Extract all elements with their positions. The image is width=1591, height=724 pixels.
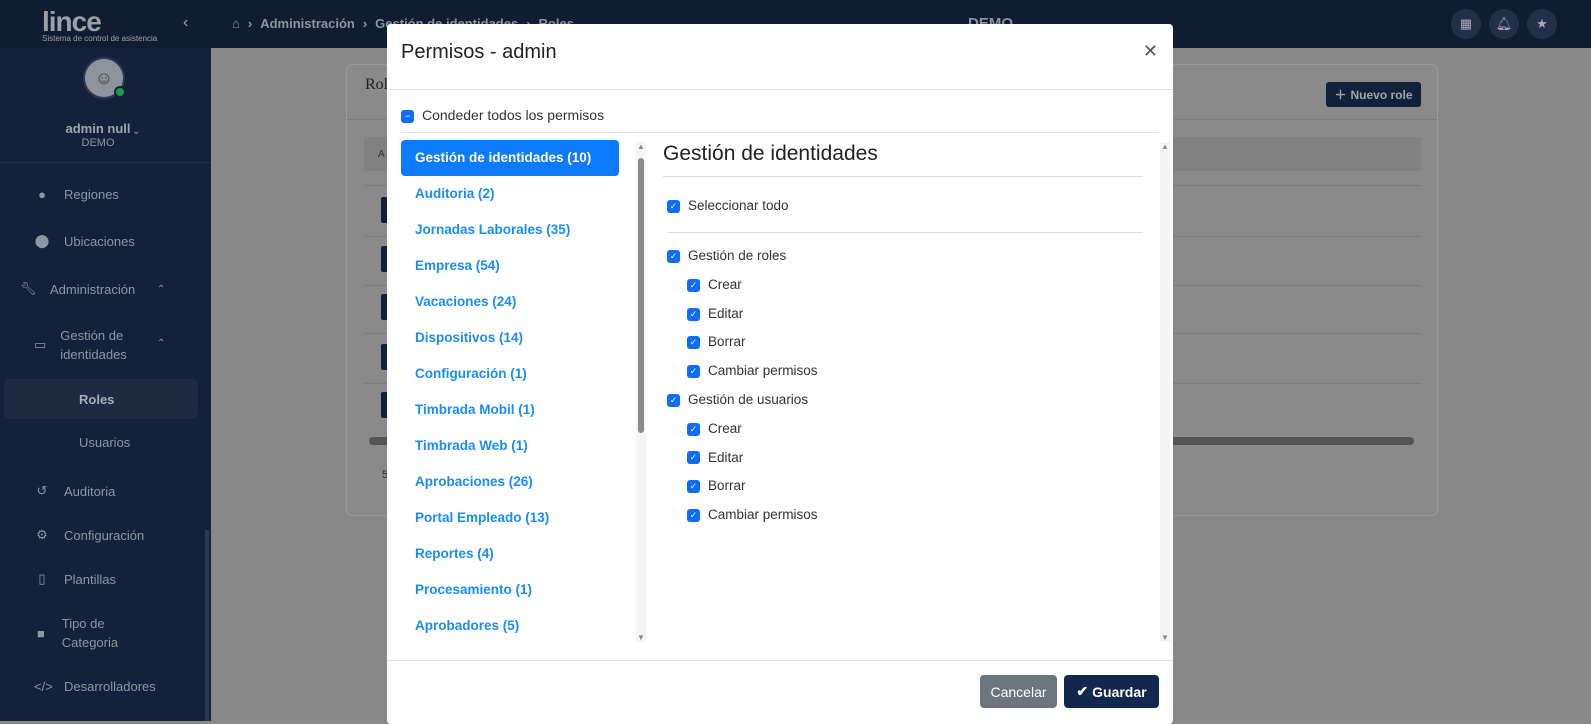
sidebar: ☺ admin null ⌄ DEMO ● Regiones ⬤ Ubicacion… (0, 48, 211, 721)
logo: lince Sistema de control de asistencia (42, 6, 158, 43)
home-icon[interactable]: ⌂ (232, 16, 240, 31)
online-status-dot (114, 86, 126, 98)
checkbox-checked-icon: ✓ (687, 451, 700, 465)
id-card-icon: ▭ (34, 337, 47, 352)
star-icon[interactable]: ★ (1527, 9, 1557, 39)
sidebar-item-auditoria[interactable]: ↺ Auditoria (0, 483, 200, 499)
bell-icon[interactable]: 🔔︎ (1489, 9, 1519, 39)
sidebar-item-plantillas[interactable]: ▯ Plantillas (0, 571, 200, 587)
permissions-modal: Permisos - admin ✕ − Condeder todos los p… (387, 24, 1173, 724)
category-list: Gestión de identidades (10) Auditoria (2)… (401, 140, 619, 644)
modal-title: Permisos - admin (401, 41, 557, 63)
grant-all-checkbox[interactable]: − Condeder todos los permisos (401, 107, 604, 123)
checkbox-checked-icon: ✓ (687, 365, 700, 379)
sidebar-item-roles[interactable]: Roles (4, 379, 198, 419)
cancel-button[interactable]: Cancelar (980, 675, 1057, 708)
code-icon: </> (34, 679, 53, 694)
sidebar-item-ubicaciones[interactable]: ⬤ Ubicaciones (0, 233, 200, 249)
close-icon[interactable]: ✕ (1143, 41, 1158, 62)
avatar[interactable]: ☺ (83, 57, 126, 99)
sidebar-item-configuracion[interactable]: ⚙ Configuración (0, 527, 200, 543)
checkbox-checked-icon: ✓ (687, 336, 700, 350)
group-checkbox[interactable]: ✓ Gestión de usuarios (667, 392, 808, 407)
checkbox-indeterminate-icon: − (401, 109, 414, 123)
user-name[interactable]: admin null (0, 121, 196, 136)
category-item[interactable]: Auditoria (2) (401, 176, 619, 212)
group-checkbox[interactable]: ✓ Gestión de roles (667, 248, 786, 263)
user-org: DEMO (81, 137, 115, 149)
permissions-panel: Gestión de identidades ✓ Seleccionar todo… (663, 140, 1143, 522)
checkbox-checked-icon: ✓ (687, 480, 700, 494)
category-item[interactable]: Empresa (54) (401, 248, 619, 284)
sidebar-item-tipo-categoria[interactable]: ■ Tipo de Categoria (0, 614, 150, 652)
category-item[interactable]: Jornadas Laborales (35) (401, 212, 619, 248)
category-item[interactable]: Timbrada Mobil (1) (401, 392, 619, 428)
permission-checkbox[interactable]: ✓ Cambiar permisos (687, 507, 818, 522)
new-role-button[interactable]: ＋ Nuevo role (1326, 82, 1421, 107)
plus-icon: ＋ (1334, 88, 1347, 102)
gear-icon: ⚙ (36, 527, 48, 542)
category-item[interactable]: Vacaciones (24) (401, 284, 619, 320)
permission-checkbox[interactable]: ✓ Borrar (687, 478, 746, 493)
permission-checkbox[interactable]: ✓ Crear (687, 277, 742, 292)
sidebar-item-usuarios[interactable]: Usuarios (0, 435, 200, 450)
checkbox-checked-icon: ✓ (687, 422, 700, 436)
file-icon: ▯ (38, 571, 46, 586)
checkbox-checked-icon: ✓ (687, 307, 700, 321)
permissions-scrollbar[interactable]: ▲ ▼ (1160, 142, 1170, 642)
chevron-down-icon[interactable]: ⌄ (132, 126, 140, 137)
breadcrumb-item[interactable]: Administración (260, 16, 355, 31)
checkbox-checked-icon: ✓ (687, 278, 700, 292)
folder-icon: ■ (36, 625, 45, 641)
permission-checkbox[interactable]: ✓ Cambiar permisos (687, 363, 818, 378)
wrench-icon: 🔧︎ (20, 281, 37, 296)
permission-checkbox[interactable]: ✓ Editar (687, 450, 743, 465)
history-icon: ↺ (36, 483, 48, 498)
sidebar-item-administracion[interactable]: 🔧︎ Administración (0, 281, 200, 297)
select-all-checkbox[interactable]: ✓ Seleccionar todo (667, 198, 789, 213)
checkbox-checked-icon: ✓ (667, 393, 680, 407)
sidebar-item-gestion-identidades[interactable]: ▭ Gestión de identidades (0, 326, 150, 364)
map-marker-icon: ⬤ (34, 233, 50, 248)
apps-grid-icon[interactable]: ▦ (1451, 9, 1481, 39)
sidebar-scrollbar[interactable] (205, 530, 209, 721)
category-item[interactable]: Dispositivos (14) (401, 320, 619, 356)
permission-checkbox[interactable]: ✓ Borrar (687, 334, 746, 349)
chevron-up-icon[interactable]: ⌃ (157, 338, 165, 349)
permission-checkbox[interactable]: ✓ Crear (687, 421, 742, 436)
category-item[interactable]: Procesamiento (1) (401, 572, 619, 608)
category-scrollbar[interactable]: ▲ ▼ (636, 142, 646, 642)
panel-title: Gestión de identidades (663, 142, 1143, 177)
checkbox-checked-icon: ✓ (667, 199, 680, 213)
check-icon: ✔ (1076, 683, 1089, 699)
category-item[interactable]: Aprobaciones (26) (401, 464, 619, 500)
checkbox-checked-icon: ✓ (667, 249, 680, 263)
chevron-up-icon[interactable]: ⌃ (157, 284, 165, 295)
category-item[interactable]: Aprobadores (5) (401, 608, 619, 644)
save-button[interactable]: ✔ Guardar (1064, 675, 1159, 708)
category-item[interactable]: Configuración (1) (401, 356, 619, 392)
collapse-sidebar-icon[interactable]: ‹ (183, 14, 188, 32)
sidebar-item-regiones[interactable]: ● Regiones (0, 187, 200, 202)
sidebar-item-desarrolladores[interactable]: </> Desarrolladores (0, 679, 200, 694)
category-item[interactable]: Gestión de identidades (10) (401, 140, 619, 176)
checkbox-checked-icon: ✓ (687, 508, 700, 522)
permission-checkbox[interactable]: ✓ Editar (687, 306, 743, 321)
category-item[interactable]: Reportes (4) (401, 536, 619, 572)
category-item[interactable]: Portal Empleado (13) (401, 500, 619, 536)
category-item[interactable]: Timbrada Web (1) (401, 428, 619, 464)
globe-icon: ● (38, 187, 46, 202)
